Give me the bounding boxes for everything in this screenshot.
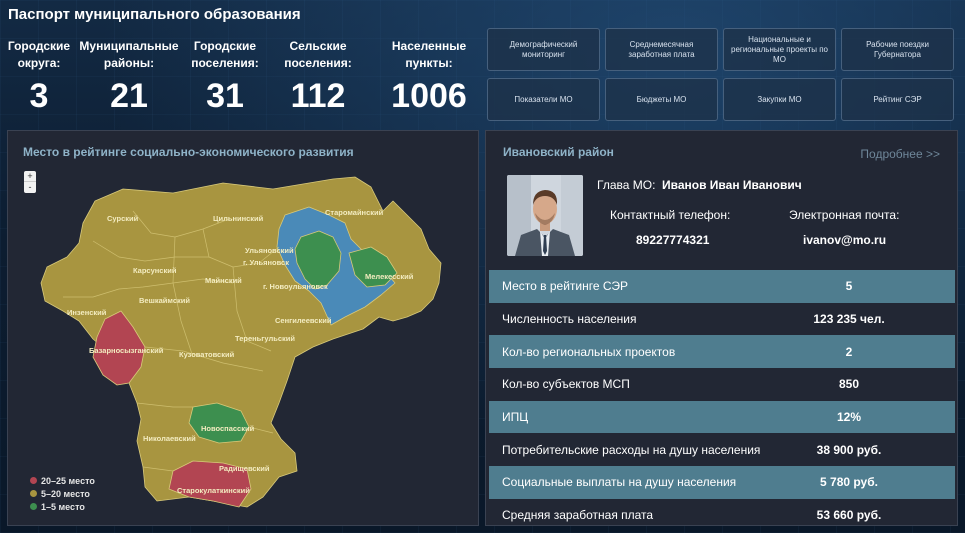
indicator-key: Средняя заработная плата: [502, 508, 654, 523]
head-photo: [507, 175, 583, 256]
more-link[interactable]: Подробнее >>: [860, 147, 940, 161]
phone-value: 89227774321: [636, 233, 710, 247]
indicator-row: Средняя заработная плата 53 660 руб.: [489, 499, 955, 532]
nav-national-projects[interactable]: Национальные и региональные проекты по М…: [723, 28, 836, 71]
stats-bar: Городские округа: 3 Муниципальные районы: …: [0, 38, 480, 124]
map-label-melekessky: Мелекесский: [365, 272, 414, 281]
indicators-table: Место в рейтинге СЭР 5 Численность насел…: [489, 270, 955, 532]
map-label-starokulatkinsky: Старокулаткинский: [177, 486, 250, 495]
nav-governor-trips[interactable]: Рабочие поездки Губернатора: [841, 28, 954, 71]
indicator-value: 5 780 руб.: [820, 475, 878, 490]
map-label-radishchevsky: Радищевский: [219, 464, 270, 473]
indicator-value: 53 660 руб.: [816, 508, 882, 523]
legend-dot: [30, 503, 37, 510]
email-label: Электронная почта:: [789, 208, 900, 222]
legend-dot: [30, 490, 37, 497]
nav-demographic-monitoring[interactable]: Демографический мониторинг: [487, 28, 600, 71]
indicator-value: 12%: [836, 410, 862, 425]
map-label-kuzovatovsky: Кузоватовский: [179, 350, 235, 359]
stat-value: 112: [290, 77, 346, 115]
nav-mo-indicators[interactable]: Показатели МО: [487, 78, 600, 121]
map-label-novospassky: Новоспасский: [201, 424, 255, 433]
indicator-value: 2: [845, 344, 853, 359]
indicator-key: ИПЦ: [502, 410, 529, 425]
map-label-inzensky: Инзенский: [67, 308, 107, 317]
indicator-value: 850: [838, 377, 860, 392]
nav-average-salary[interactable]: Среднемесячная заработная плата: [605, 28, 718, 71]
map-label-veshkaymsky: Вешкаймский: [139, 296, 190, 305]
legend-item-mid: 5–20 место: [30, 487, 95, 500]
stat-value: 3: [29, 77, 49, 115]
stat-municipal-districts: Муниципальные районы: 21: [78, 38, 180, 118]
stat-label: Городские поселения:: [191, 39, 259, 70]
district-title: Ивановский район: [503, 145, 614, 159]
indicator-row: ИПЦ 12%: [489, 400, 955, 434]
stat-localities: Населенные пункты: 1006: [384, 38, 474, 118]
map-panel: Место в рейтинге социально-экономическог…: [7, 130, 479, 526]
map-title: Место в рейтинге социально-экономическог…: [23, 145, 354, 159]
map-label-bazarnosyzgansky: Базарносызганский: [89, 346, 164, 355]
indicator-key: Место в рейтинге СЭР: [502, 279, 629, 294]
stat-label: Муниципальные районы:: [79, 39, 179, 70]
legend-dot: [30, 477, 37, 484]
legend-item-low: 20–25 место: [30, 474, 95, 487]
head-label: Глава МО:: [597, 178, 656, 192]
indicator-row: Социальные выплаты на душу населения 5 7…: [489, 466, 955, 499]
legend-label: 20–25 место: [41, 475, 95, 486]
indicator-row: Место в рейтинге СЭР 5: [489, 270, 955, 303]
map-label-ulyanovsk: г. Ульяновск: [243, 258, 289, 267]
legend-item-top: 1–5 место: [30, 500, 95, 513]
legend-label: 5–20 место: [41, 488, 90, 499]
nav-mo-procurement[interactable]: Закупки МО: [723, 78, 836, 121]
indicator-key: Численность населения: [502, 312, 637, 327]
legend-label: 1–5 место: [41, 501, 85, 512]
indicator-key: Потребительские расходы на душу населени…: [502, 442, 761, 457]
stat-label: Населенные пункты:: [391, 39, 467, 70]
head-name: Иванов Иван Иванович: [662, 178, 802, 192]
stat-rural-settlements: Сельские поселения: 112: [281, 38, 355, 118]
stat-urban-districts: Городские округа: 3: [6, 38, 72, 118]
stat-urban-settlements: Городские поселения: 31: [188, 38, 262, 118]
indicator-row: Численность населения 123 235 чел.: [489, 303, 955, 336]
stat-value: 21: [110, 77, 148, 115]
indicator-key: Кол-во региональных проектов: [502, 344, 676, 359]
map-legend: 20–25 место 5–20 место 1–5 место: [30, 474, 95, 513]
map-label-karsunsky: Карсунский: [133, 266, 177, 275]
map-label-mainsky: Майнский: [205, 276, 242, 285]
indicator-row: Кол-во региональных проектов 2: [489, 335, 955, 369]
nav-ser-rating[interactable]: Рейтинг СЭР: [841, 78, 954, 121]
map-label-ulyanovsky: Ульяновский: [245, 246, 294, 255]
map-label-novoulyanovsk: г. Новоульяновск: [263, 282, 328, 291]
map-label-tsilninsky: Цильнинский: [213, 214, 264, 223]
email-value: ivanov@mo.ru: [803, 233, 887, 247]
indicator-key: Кол-во субъектов МСП: [502, 377, 630, 392]
stat-label: Сельские поселения:: [284, 39, 352, 70]
map-label-terengulsky: Тереньгульский: [235, 334, 295, 343]
indicator-value: 38 900 руб.: [816, 442, 882, 457]
map-label-sengileevsky: Сенгилеевский: [275, 316, 332, 325]
indicator-value: 123 235 чел.: [813, 312, 885, 327]
map-label-sursky: Сурский: [107, 214, 139, 223]
indicator-row: Кол-во субъектов МСП 850: [489, 368, 955, 401]
map-label-staromainsky: Старомайнский: [325, 208, 384, 217]
phone-label: Контактный телефон:: [610, 208, 731, 222]
page-title: Паспорт муниципального образования: [8, 6, 301, 23]
stat-value: 31: [206, 77, 244, 115]
map-label-nikolaevsky: Николаевский: [143, 434, 196, 443]
indicator-value: 5: [845, 279, 853, 294]
indicator-row: Потребительские расходы на душу населени…: [489, 433, 955, 466]
stat-value: 1006: [391, 77, 467, 115]
district-info-panel: Ивановский район Подробнее >> Глава МО: …: [485, 130, 958, 526]
stat-label: Городские округа:: [7, 39, 71, 70]
nav-mo-budgets[interactable]: Бюджеты МО: [605, 78, 718, 121]
indicator-key: Социальные выплаты на душу населения: [502, 475, 737, 490]
region-map: Сурский Цильнинский Старомайнский Ульяно…: [40, 176, 442, 508]
